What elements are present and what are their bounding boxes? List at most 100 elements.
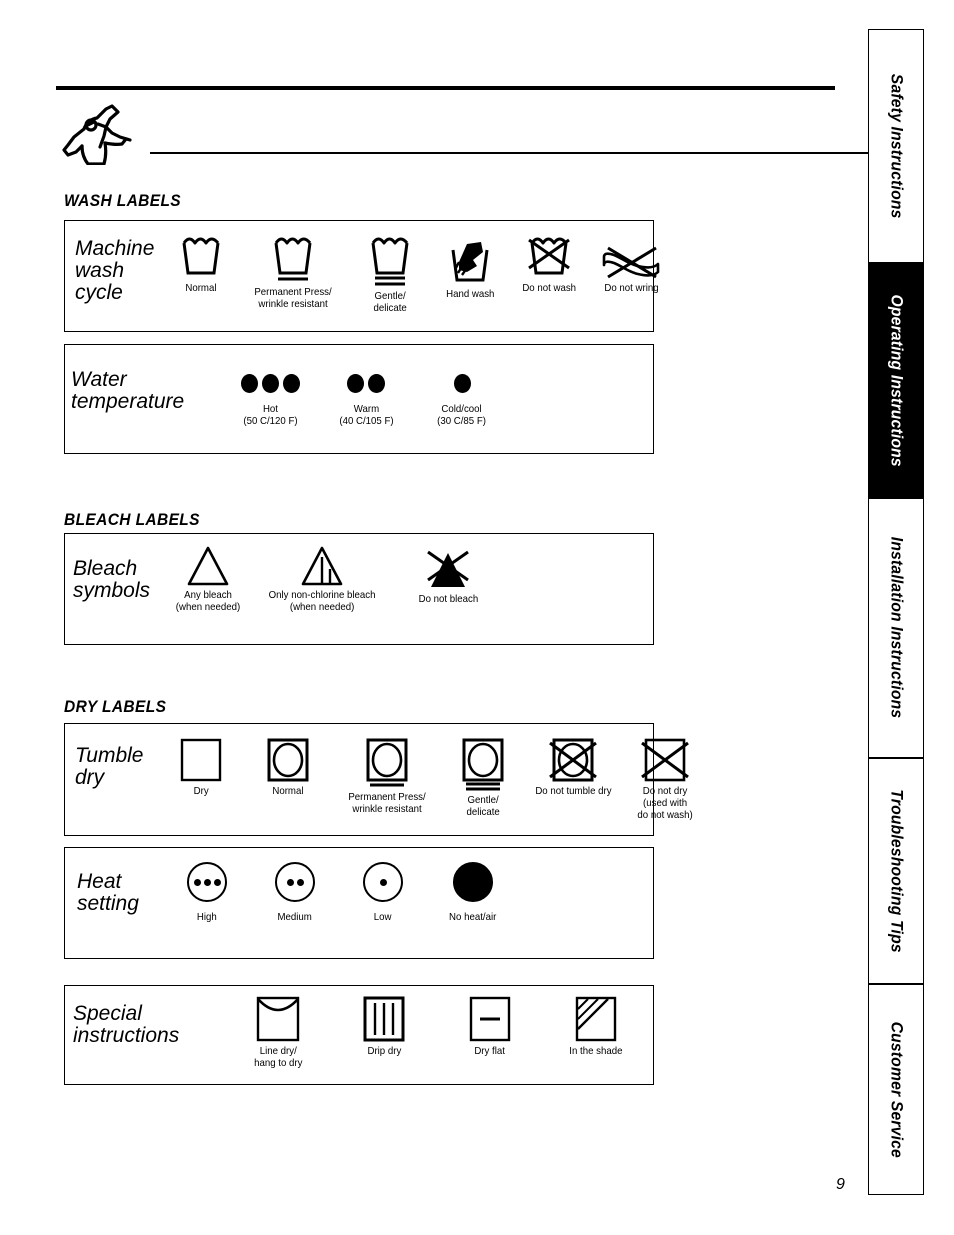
hand-wash-icon: [445, 240, 495, 286]
symbol-dry: Dry: [158, 737, 244, 798]
line-dry-icon: [254, 995, 302, 1043]
caption-in-the-shade: In the shade: [569, 1045, 623, 1057]
tab-label-operating-instructions: Operating Instructions: [887, 294, 906, 467]
caption-tumble-gentle: Gentle/ delicate: [466, 794, 500, 818]
symbol-tumble-permanent-press: Permanent Press/ wrinkle resistant: [332, 737, 442, 816]
caption-do-not-wash: Do not wash: [522, 282, 576, 294]
circle-two-dots-icon: [275, 862, 315, 902]
symbol-water-hot: Hot (50 C/120 F): [222, 370, 318, 428]
wash-tub-one-bar-icon: [269, 234, 317, 284]
do-not-dry-icon: [638, 737, 692, 783]
caption-heat-high: High: [197, 911, 217, 923]
triangle-striped-icon: [299, 545, 345, 587]
one-dot-icon: [452, 370, 473, 396]
caption-tumble-normal: Normal: [272, 785, 304, 797]
in-the-shade-icon: [574, 995, 618, 1043]
symbol-tumble-gentle: Gentle/ delicate: [442, 737, 524, 819]
symbol-do-not-bleach: Do not bleach: [398, 545, 498, 606]
symbol-dry-flat: Dry flat: [437, 995, 543, 1058]
symbol-heat-medium: Medium: [251, 862, 339, 924]
do-not-bleach-icon: [421, 547, 475, 591]
circle-one-dot-icon: [363, 862, 403, 902]
symbol-wash-permanent-press: Permanent Press/ wrinkle resistant: [237, 234, 349, 311]
sidebar-tabstrip: Safety Instructions Operating Instructio…: [868, 29, 924, 1195]
caption-hand-wash: Hand wash: [445, 288, 495, 300]
tab-label-safety-instructions: Safety Instructions: [887, 73, 906, 219]
caption-water-cold: Cold/cool (30 C/85 F): [437, 403, 487, 427]
caption-do-not-wring: Do not wring: [603, 282, 659, 294]
panel-label-machine-wash: Machine wash cycle: [75, 237, 155, 304]
caption-do-not-dry: Do not dry (used with do not wash): [637, 785, 693, 821]
three-dots-icon: [239, 370, 302, 396]
symbol-row-water-temperature: Hot (50 C/120 F) Warm (40 C/105 F) Cold/…: [222, 370, 510, 428]
caption-line-dry: Line dry/ hang to dry: [253, 1045, 303, 1069]
caption-do-not-bleach: Do not bleach: [418, 593, 478, 605]
garment-hanging-icon: [60, 103, 160, 166]
section-title-bleach-labels: BLEACH LABELS: [64, 511, 200, 529]
panel-label-tumble-dry: Tumble dry: [75, 744, 144, 789]
page-number: 9: [836, 1176, 845, 1193]
do-not-wring-icon: [600, 244, 662, 280]
symbol-no-heat-air: No heat/air: [427, 862, 519, 924]
symbol-do-not-wring: Do not wring: [589, 234, 673, 295]
caption-do-not-tumble-dry: Do not tumble dry: [534, 785, 612, 797]
symbol-row-heat-setting: High Medium Low No heat/air: [163, 862, 519, 924]
tab-label-troubleshooting-tips: Troubleshooting Tips: [887, 789, 906, 953]
symbol-water-warm: Warm (40 C/105 F): [318, 370, 414, 428]
circle-filled-icon: [453, 862, 493, 902]
caption-dry: Dry: [193, 785, 209, 797]
symbol-tumble-normal: Normal: [244, 737, 332, 798]
tab-label-installation-instructions: Installation Instructions: [887, 537, 906, 719]
symbol-hand-wash: Hand wash: [431, 234, 509, 301]
caption-wash-gentle: Gentle/ delicate: [373, 290, 407, 314]
section-title-dry-labels: DRY LABELS: [64, 698, 167, 716]
tumble-dry-two-bar-icon: [460, 737, 506, 792]
caption-non-chlorine-bleach: Only non-chlorine bleach (when needed): [268, 589, 376, 613]
dry-flat-icon: [468, 995, 512, 1043]
do-not-wash-icon: [525, 234, 573, 280]
caption-water-warm: Warm (40 C/105 F): [338, 403, 394, 427]
tumble-dry-one-bar-icon: [364, 737, 410, 789]
wash-tub-icon: [177, 234, 225, 280]
caption-drip-dry: Drip dry: [367, 1045, 401, 1057]
caption-tumble-permanent-press: Permanent Press/ wrinkle resistant: [348, 791, 426, 815]
symbol-in-the-shade: In the shade: [543, 995, 649, 1058]
tab-label-customer-service: Customer Service: [887, 1021, 906, 1158]
circle-three-dots-icon: [187, 862, 227, 902]
tab-customer-service[interactable]: Customer Service: [868, 984, 924, 1195]
caption-wash-permanent-press: Permanent Press/ wrinkle resistant: [254, 286, 332, 310]
caption-heat-medium: Medium: [277, 911, 313, 923]
caption-any-bleach: Any bleach (when needed): [175, 589, 241, 613]
panel-label-heat-setting: Heat setting: [77, 870, 139, 915]
symbol-drip-dry: Drip dry: [331, 995, 437, 1058]
section-title-wash-labels: WASH LABELS: [64, 192, 182, 210]
symbol-heat-low: Low: [339, 862, 427, 924]
two-dots-icon: [345, 370, 387, 396]
tab-installation-instructions[interactable]: Installation Instructions: [868, 498, 924, 758]
symbol-wash-gentle: Gentle/ delicate: [349, 234, 431, 315]
do-not-tumble-dry-icon: [546, 737, 600, 783]
header-thin-rule: [150, 152, 872, 154]
symbol-wash-normal: Normal: [165, 234, 237, 295]
symbol-any-bleach: Any bleach (when needed): [170, 545, 246, 614]
caption-dry-flat: Dry flat: [474, 1045, 506, 1057]
symbol-heat-high: High: [163, 862, 251, 924]
caption-wash-normal: Normal: [185, 282, 217, 294]
caption-heat-low: Low: [374, 911, 392, 923]
symbol-do-not-dry: Do not dry (used with do not wash): [622, 737, 708, 821]
square-icon: [178, 737, 224, 783]
symbol-do-not-wash: Do not wash: [509, 234, 589, 295]
header-thick-rule: [56, 86, 835, 90]
symbol-row-tumble-dry: Dry Normal Permanent Press/ wrinkle resi…: [158, 737, 708, 821]
tab-operating-instructions[interactable]: Operating Instructions: [868, 263, 924, 498]
tab-troubleshooting-tips[interactable]: Troubleshooting Tips: [868, 758, 924, 984]
panel-label-bleach-symbols: Bleach symbols: [73, 557, 151, 602]
wash-tub-two-bar-icon: [366, 234, 414, 288]
tumble-dry-icon: [265, 737, 311, 783]
symbol-row-machine-wash: Normal Permanent Press/ wrinkle resistan…: [165, 234, 673, 315]
symbol-do-not-tumble-dry: Do not tumble dry: [524, 737, 622, 798]
tab-safety-instructions[interactable]: Safety Instructions: [868, 29, 924, 263]
symbol-line-dry: Line dry/ hang to dry: [225, 995, 331, 1070]
drip-dry-icon: [362, 995, 406, 1043]
symbol-non-chlorine-bleach: Only non-chlorine bleach (when needed): [246, 545, 398, 614]
